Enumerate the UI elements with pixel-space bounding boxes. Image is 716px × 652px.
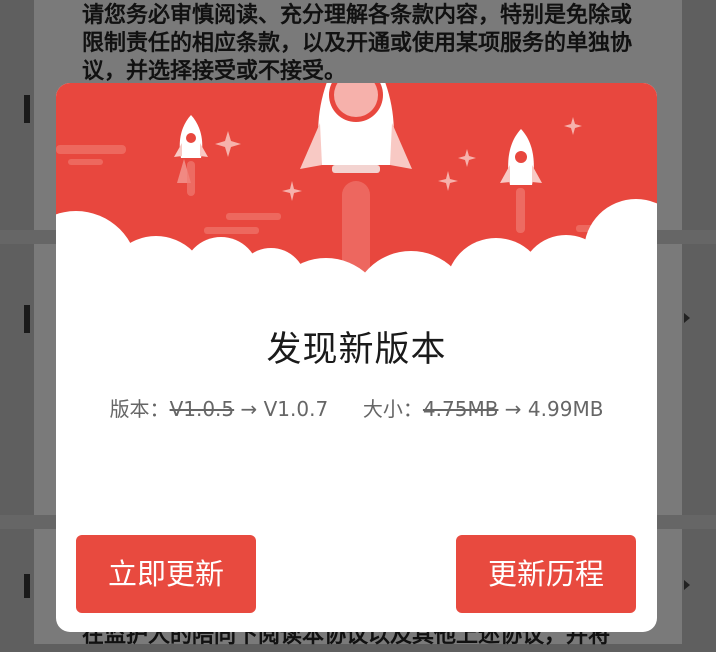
size-label: 大小： [362,397,423,421]
new-size: 4.99MB [527,397,604,421]
arrow-icon: → [504,397,522,421]
arrow-icon: → [240,397,258,421]
update-history-button[interactable]: 更新历程 [456,535,636,613]
chevron-right-icon [684,580,690,590]
old-version: V1.0.5 [169,397,235,421]
list-item-marker [24,305,30,333]
update-dialog: 发现新版本 版本：V1.0.5 → V1.0.7 大小：4.75MB → 4.9… [56,83,657,632]
dialog-title: 发现新版本 [266,330,447,370]
list-item-marker [24,574,30,598]
agreement-text: 请您务必审慎阅读、充分理解各条款内容，特别是免除或限制责任的相应条款，以及开通或… [82,3,633,84]
update-now-button[interactable]: 立即更新 [76,535,256,613]
version-label: 版本： [109,397,170,421]
new-version: V1.0.7 [263,397,329,421]
version-info: 版本：V1.0.5 → V1.0.7 大小：4.75MB → 4.99MB [56,393,657,422]
chevron-right-icon [684,313,690,323]
list-item-marker [24,95,30,123]
old-size: 4.75MB [422,397,499,421]
